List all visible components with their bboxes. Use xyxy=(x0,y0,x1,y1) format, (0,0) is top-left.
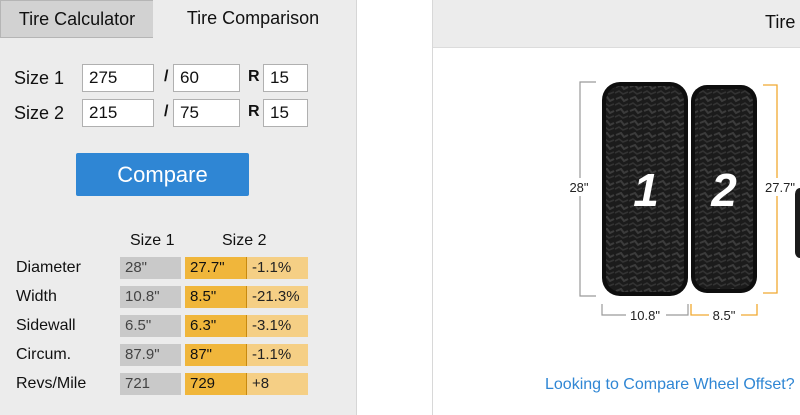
results-row: Circum. 87.9" 87" -1.1% xyxy=(0,344,356,366)
size1-value: 28" xyxy=(120,257,181,279)
size1-value: 87.9" xyxy=(120,344,181,366)
size2-value: 87" xyxy=(185,344,247,366)
size2-value: 27.7" xyxy=(185,257,247,279)
tab-tire-comparison[interactable]: Tire Comparison xyxy=(153,0,353,38)
results-row: Revs/Mile 721 729 +8 xyxy=(0,373,356,395)
size2-value: 8.5" xyxy=(185,286,247,308)
size2-row: Size 2 / R xyxy=(14,99,314,129)
visual-panel: Tire 1 2 28" 27.7" 10.8" 8.5" Looking to… xyxy=(432,0,800,415)
row-label: Revs/Mile xyxy=(16,375,87,392)
difference-value: -1.1% xyxy=(247,344,308,366)
results-row: Sidewall 6.5" 6.3" -3.1% xyxy=(0,315,356,337)
size2-rim-letter: R xyxy=(248,103,260,120)
size1-width-input[interactable] xyxy=(82,64,154,92)
tire-1-diameter-label: 28" xyxy=(569,180,588,195)
size2-ratio-input[interactable] xyxy=(173,99,240,127)
tire-visual: 1 2 28" 27.7" 10.8" 8.5" xyxy=(564,81,800,323)
size1-value: 721 xyxy=(120,373,181,395)
row-label: Circum. xyxy=(16,346,72,363)
size2-label: Size 2 xyxy=(14,103,65,123)
difference-value: -21.3% xyxy=(247,286,308,308)
tire-1-number: 1 xyxy=(633,164,659,216)
tire-2-diameter-label: 27.7" xyxy=(765,180,795,195)
tire-3-partial-image xyxy=(795,188,800,258)
results-row: Diameter 28" 27.7" -1.1% xyxy=(0,257,356,279)
size1-slash: / xyxy=(164,68,169,85)
visual-header: Tire xyxy=(433,0,800,48)
size1-rim-letter: R xyxy=(248,68,260,85)
results-row: Width 10.8" 8.5" -21.3% xyxy=(0,286,356,308)
tire-2-width-label: 8.5" xyxy=(713,308,736,323)
compare-button[interactable]: Compare xyxy=(76,153,249,196)
difference-value: -1.1% xyxy=(247,257,308,279)
size1-value: 10.8" xyxy=(120,286,181,308)
size2-value: 729 xyxy=(185,373,247,395)
size1-value: 6.5" xyxy=(120,315,181,337)
row-label: Sidewall xyxy=(16,317,76,334)
size1-rim-input[interactable] xyxy=(263,64,308,92)
size1-ratio-input[interactable] xyxy=(173,64,240,92)
compare-wheel-offset-link[interactable]: Looking to Compare Wheel Offset? xyxy=(545,376,795,394)
tire-2-number: 2 xyxy=(710,164,737,216)
size2-value: 6.3" xyxy=(185,315,247,337)
size2-slash: / xyxy=(164,103,169,120)
size1-label: Size 1 xyxy=(14,68,65,88)
calculator-panel: Tire Calculator Tire Comparison Size 1 /… xyxy=(0,0,357,415)
row-label: Width xyxy=(16,288,57,305)
tire-2-image: 2 xyxy=(691,85,757,293)
results-col-size2: Size 2 xyxy=(222,232,267,249)
difference-value: -3.1% xyxy=(247,315,308,337)
tab-bar: Tire Calculator Tire Comparison xyxy=(0,0,356,38)
row-label: Diameter xyxy=(16,259,81,276)
tire-1-image: 1 xyxy=(602,82,688,296)
difference-value: +8 xyxy=(247,373,308,395)
size1-row: Size 1 / R xyxy=(14,64,314,94)
tab-tire-calculator[interactable]: Tire Calculator xyxy=(0,0,154,38)
results-col-size1: Size 1 xyxy=(130,232,175,249)
visual-title: Tire xyxy=(765,12,796,32)
size2-width-input[interactable] xyxy=(82,99,154,127)
size2-rim-input[interactable] xyxy=(263,99,308,127)
tire-1-width-label: 10.8" xyxy=(630,308,660,323)
